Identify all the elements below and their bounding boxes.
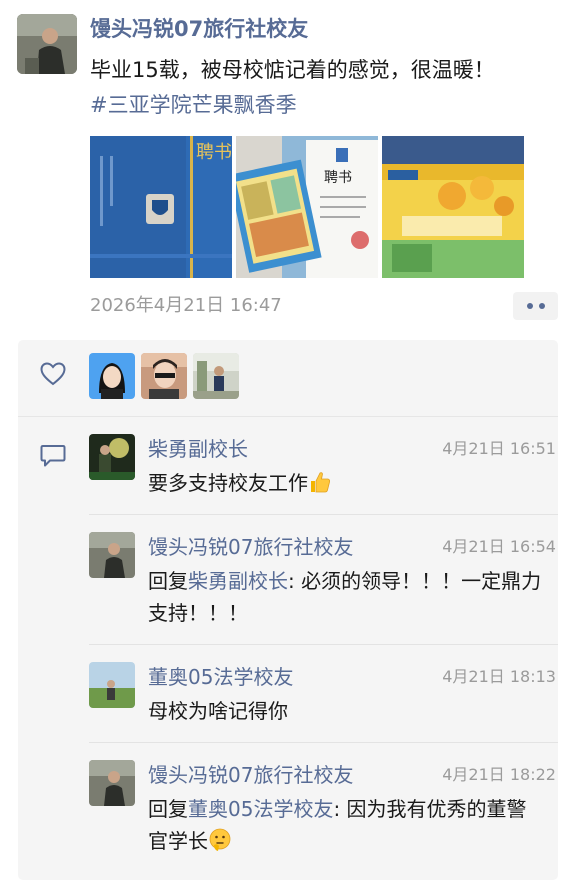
comment-divider	[89, 514, 558, 515]
thumbs-up-icon	[311, 472, 330, 493]
post-author-name[interactable]: 馒头冯锐07旅行社校友	[90, 14, 308, 44]
comment-author[interactable]: 董奥05法学校友	[148, 663, 293, 691]
reply-target-name[interactable]: 董奥05法学校友	[188, 797, 333, 821]
comment-author[interactable]: 馒头冯锐07旅行社校友	[148, 761, 353, 789]
comment-bubble-icon	[40, 444, 66, 472]
comment-author[interactable]: 馒头冯锐07旅行社校友	[148, 533, 353, 561]
comment-avatar[interactable]	[89, 662, 135, 708]
comment-divider	[89, 644, 558, 645]
comment-divider	[89, 742, 558, 743]
post-photo-3[interactable]	[382, 136, 524, 278]
comment-time: 4月21日 18:22	[442, 765, 556, 784]
post-author-avatar[interactable]	[17, 14, 77, 74]
comment-text: 回复董奥05法学校友: 因为我有优秀的董警官学长	[148, 793, 543, 857]
comment-avatar[interactable]	[89, 532, 135, 578]
comment-text: 回复柴勇副校长: 必须的领导！！！一定鼎力支持！！！	[148, 565, 543, 629]
post-timestamp: 2026年4月21日 16:47	[90, 295, 282, 316]
liker-avatar-cartoon[interactable]	[89, 353, 135, 399]
photo-2-title: 聘书	[324, 170, 352, 186]
reply-prefix: 回复	[148, 569, 188, 593]
comment-text: 母校为啥记得你	[148, 695, 543, 727]
comment-body: 母校为啥记得你	[148, 699, 288, 723]
heart-icon	[40, 362, 66, 390]
reply-prefix: 回复	[148, 797, 188, 821]
comment-time: 4月21日 18:13	[442, 667, 556, 686]
comment-time: 4月21日 16:51	[442, 439, 556, 458]
post-text: 毕业15载，被母校惦记着的感觉，很温暖！	[90, 58, 495, 82]
thinking-face-icon	[209, 828, 231, 851]
reply-target-name[interactable]: 柴勇副校长	[188, 569, 288, 593]
comment-avatar[interactable]	[89, 434, 135, 480]
comment-body: 要多支持校友工作	[148, 471, 308, 495]
photo-1-title: 聘书	[196, 142, 232, 163]
post-hashtag[interactable]: #三亚学院芒果飘香季	[90, 88, 297, 122]
comment-author[interactable]: 柴勇副校长	[148, 435, 248, 463]
comment-avatar[interactable]	[89, 760, 135, 806]
more-dot-icon	[538, 303, 545, 309]
more-dot-icon	[526, 303, 533, 309]
comment-text: 要多支持校友工作	[148, 467, 543, 499]
liker-avatar-man[interactable]	[193, 353, 239, 399]
more-actions-button[interactable]	[513, 292, 558, 320]
post-photo-1[interactable]: 聘书	[90, 136, 232, 278]
post-photo-2[interactable]: 聘书	[236, 136, 378, 278]
likes-divider	[18, 416, 558, 417]
comment-time: 4月21日 16:54	[442, 537, 556, 556]
liker-avatar-woman[interactable]	[141, 353, 187, 399]
